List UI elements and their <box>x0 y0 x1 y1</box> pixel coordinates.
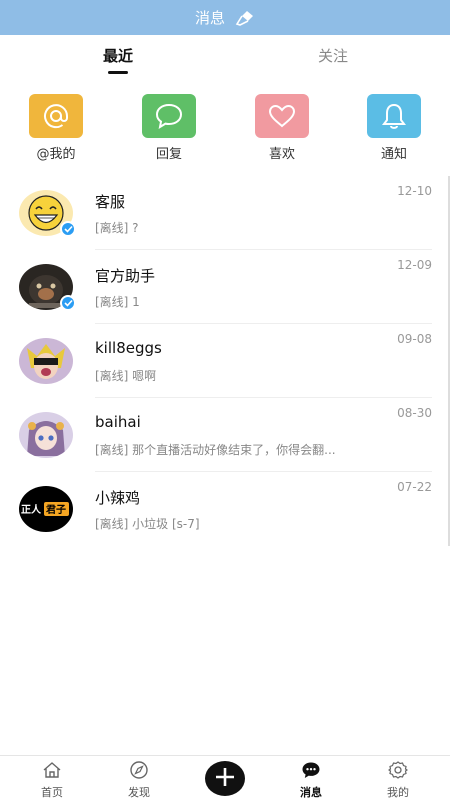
message-date: 07-22 <box>397 480 432 494</box>
avatar: 正人 君子 <box>19 486 73 532</box>
create-post-button[interactable] <box>205 761 245 796</box>
home-icon <box>42 761 62 782</box>
heart-icon <box>255 94 309 138</box>
last-message: [离线] 1 <box>95 295 140 309</box>
avatar-text: 正人 <box>21 503 42 516</box>
message-date: 08-30 <box>397 406 432 420</box>
notifications-label: 通知 <box>380 147 407 162</box>
nav-discover-label: 发现 <box>128 786 150 799</box>
avatar-text: 君子 <box>46 504 66 516</box>
verified-badge-icon <box>60 295 76 311</box>
last-message: [离线] 那个直播活动好像结束了，你得会翻... <box>95 443 336 457</box>
likes-button[interactable]: 喜欢 <box>242 94 322 162</box>
mentions-button[interactable]: @我的 <box>16 94 96 162</box>
nav-home[interactable]: 首页 <box>22 761 82 800</box>
bell-icon <box>367 94 421 138</box>
last-message: [离线] 嗯啊 <box>95 369 157 383</box>
likes-label: 喜欢 <box>268 147 295 162</box>
chat-bubble-icon <box>142 94 196 138</box>
message-date: 12-10 <box>397 184 432 198</box>
compass-icon <box>129 761 149 782</box>
nav-discover[interactable]: 发现 <box>109 761 169 800</box>
nav-home-label: 首页 <box>41 786 63 799</box>
conversation-row[interactable]: 官方助手 [离线] 1 12-09 <box>0 250 450 324</box>
nav-messages-label: 消息 <box>300 786 322 799</box>
contact-name: 客服 <box>95 193 126 211</box>
conversation-row[interactable]: kill8eggs [离线] 嗯啊 09-08 <box>0 324 450 398</box>
tab-bar: 最近 关注 <box>0 35 450 80</box>
avatar <box>19 412 73 458</box>
notifications-button[interactable]: 通知 <box>354 94 434 162</box>
contact-name: baihai <box>95 413 141 431</box>
tab-indicator <box>108 71 128 74</box>
contact-name: kill8eggs <box>95 339 162 357</box>
conversation-row[interactable]: 客服 [离线] ? 12-10 <box>0 176 450 250</box>
replies-button[interactable]: 回复 <box>129 94 209 162</box>
last-message: [离线] ? <box>95 221 139 235</box>
broom-icon[interactable] <box>235 10 255 26</box>
message-date: 09-08 <box>397 332 432 346</box>
nav-messages[interactable]: 消息 <box>281 761 341 800</box>
nav-profile[interactable]: 我的 <box>368 761 428 800</box>
quick-actions: @我的 回复 喜欢 通知 <box>0 94 450 164</box>
conversation-row[interactable]: 正人 君子 小辣鸡 [离线] 小垃圾 [s-7] 07-22 <box>0 472 450 546</box>
page-title: 消息 <box>194 9 225 27</box>
mentions-label: @我的 <box>36 147 76 162</box>
contact-name: 官方助手 <box>95 267 156 285</box>
message-date: 12-09 <box>397 258 432 272</box>
message-icon <box>301 761 321 782</box>
conversation-row[interactable]: baihai [离线] 那个直播活动好像结束了，你得会翻... 08-30 <box>0 398 450 472</box>
avatar <box>19 338 73 384</box>
bottom-nav: 首页 发现 消息 我的 <box>0 755 450 800</box>
last-message: [离线] 小垃圾 [s-7] <box>95 517 200 531</box>
tab-recent[interactable]: 最近 <box>78 45 158 66</box>
tab-following[interactable]: 关注 <box>293 45 373 66</box>
replies-label: 回复 <box>155 147 182 162</box>
verified-badge-icon <box>60 221 76 237</box>
top-bar: 消息 <box>0 0 450 35</box>
plus-icon <box>214 766 236 792</box>
gear-icon <box>387 761 409 782</box>
nav-profile-label: 我的 <box>387 786 409 799</box>
contact-name: 小辣鸡 <box>95 489 141 507</box>
at-icon <box>29 94 83 138</box>
